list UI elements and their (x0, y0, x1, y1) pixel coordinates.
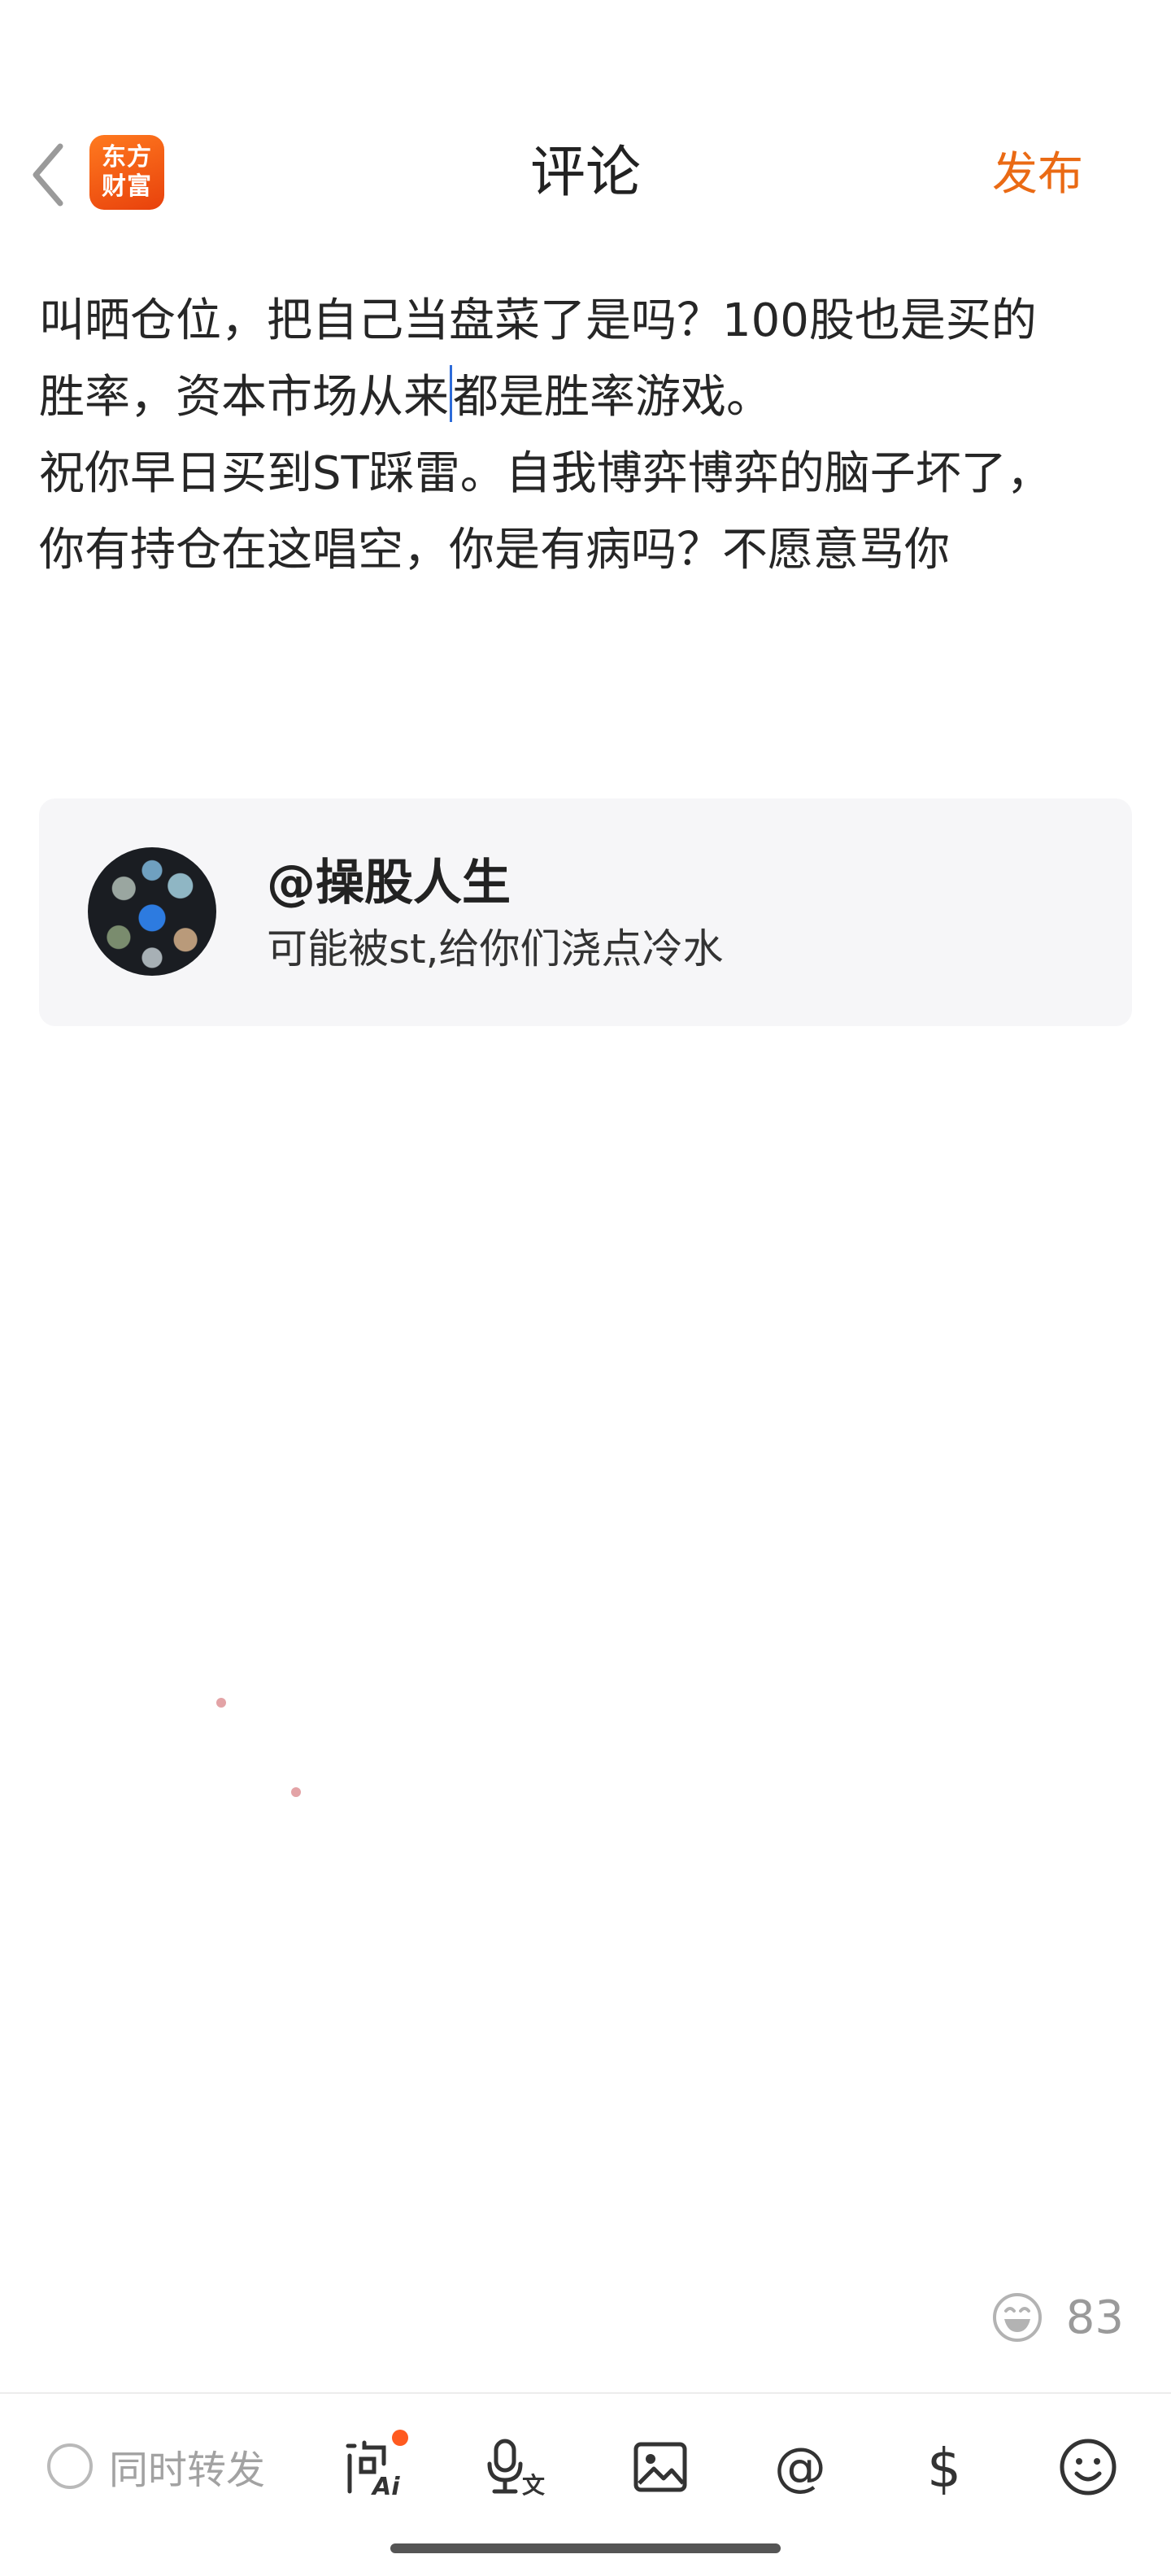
avatar (88, 847, 216, 976)
mention-icon: @ (774, 2438, 826, 2498)
svg-text:@: @ (774, 2438, 826, 2498)
emoji-icon (1060, 2439, 1117, 2496)
svg-text:$: $ (927, 2437, 961, 2500)
image-icon (633, 2442, 687, 2492)
mention-button[interactable]: @ (769, 2435, 834, 2500)
stock-button[interactable]: $ (912, 2435, 977, 2500)
publish-button[interactable]: 发布 (992, 140, 1083, 210)
bottom-toolbar: 同时转发 Ai 文 @ $ (0, 2392, 1171, 2530)
svg-text:Ai: Ai (371, 2473, 400, 2500)
laughing-emoji-icon (992, 2293, 1042, 2342)
voice-to-text-icon: 文 (487, 2439, 545, 2499)
quoted-username: @操股人生 (267, 855, 511, 912)
editor-line: 胜率，资本市场从来都是胜率游戏。 (39, 359, 1121, 436)
quoted-post-card[interactable]: @操股人生 可能被st,给你们浇点冷水 (39, 798, 1132, 1026)
emoji-count: 83 (1065, 2291, 1124, 2344)
notification-dot (392, 2430, 408, 2446)
chevron-left-icon (33, 143, 63, 207)
app-logo: 东方 财富 (89, 135, 164, 210)
ask-ai-button[interactable]: Ai (340, 2430, 408, 2501)
emoji-button[interactable] (1056, 2435, 1121, 2500)
voice-input-button[interactable]: 文 (485, 2435, 550, 2500)
comment-editor[interactable]: 叫晒仓位，把自己当盘菜了是吗？100股也是买的 胜率，资本市场从来都是胜率游戏。… (39, 283, 1121, 589)
decorative-dot (216, 1698, 226, 1708)
editor-line: 你有持仓在这唱空，你是有病吗？不愿意骂你 (39, 524, 950, 577)
repost-toggle[interactable]: 同时转发 (47, 2438, 265, 2495)
back-button[interactable] (24, 138, 73, 211)
emoji-counter[interactable]: 83 (991, 2283, 1124, 2352)
insert-image-button[interactable] (628, 2435, 693, 2500)
svg-text:文: 文 (522, 2472, 545, 2499)
editor-line: 叫晒仓位，把自己当盘菜了是吗？100股也是买的 (39, 294, 1037, 347)
quoted-text: 可能被st,给你们浇点冷水 (267, 925, 724, 973)
text-caret (450, 365, 452, 422)
stock-dollar-icon: $ (927, 2437, 961, 2500)
repost-label: 同时转发 (109, 2448, 266, 2493)
decorative-dot (291, 1787, 301, 1797)
editor-line: 祝你早日买到ST踩雷。自我博弈博弈的脑子坏了， (39, 447, 1052, 500)
home-indicator[interactable] (390, 2543, 781, 2553)
checkbox-circle-icon (47, 2443, 93, 2489)
page-title: 评论 (529, 141, 641, 205)
